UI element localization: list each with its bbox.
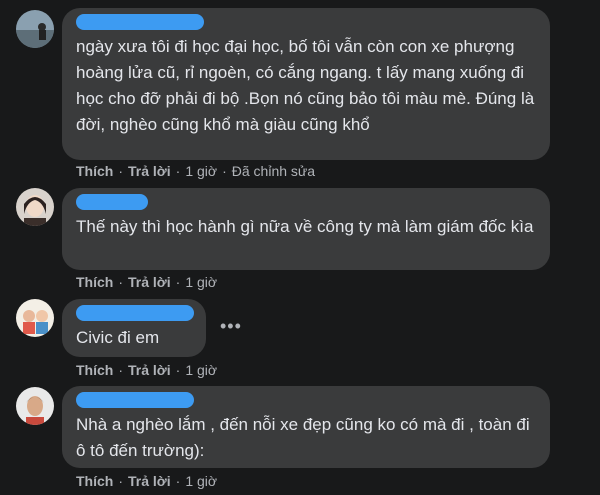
separator: ·: [175, 362, 181, 378]
comment-bubble: Nhà a nghèo lắm , đến nỗi xe đẹp cũng ko…: [62, 386, 550, 468]
separator: ·: [118, 274, 124, 290]
reply-button[interactable]: Trả lời: [128, 163, 171, 179]
comment-bubble: Thế này thì học hành gì nữa về công ty m…: [62, 188, 550, 270]
comment-actions: Thích · Trả lời · 1 giờ: [76, 273, 217, 291]
separator: ·: [118, 473, 124, 489]
edited-label[interactable]: Đã chỉnh sửa: [232, 163, 315, 179]
comment-text: Nhà a nghèo lắm , đến nỗi xe đẹp cũng ko…: [76, 415, 535, 460]
reply-button[interactable]: Trả lời: [128, 274, 171, 290]
like-button[interactable]: Thích: [76, 163, 113, 179]
timestamp[interactable]: 1 giờ: [185, 473, 217, 489]
like-button[interactable]: Thích: [76, 362, 113, 378]
reply-button[interactable]: Trả lời: [128, 362, 171, 378]
separator: ·: [175, 473, 181, 489]
like-button[interactable]: Thích: [76, 473, 113, 489]
timestamp[interactable]: 1 giờ: [185, 163, 217, 179]
separator: ·: [222, 163, 227, 179]
redacted-author-name[interactable]: [76, 305, 194, 321]
separator: ·: [118, 362, 124, 378]
timestamp[interactable]: 1 giờ: [185, 362, 217, 378]
redacted-author-name[interactable]: [76, 194, 148, 210]
avatar[interactable]: [16, 10, 54, 48]
more-options-button[interactable]: •••: [220, 316, 242, 337]
redacted-author-name[interactable]: [76, 392, 194, 408]
separator: ·: [118, 163, 124, 179]
comment-actions: Thích · Trả lời · 1 giờ: [76, 472, 217, 490]
timestamp[interactable]: 1 giờ: [185, 274, 217, 290]
comment-actions: Thích · Trả lời · 1 giờ: [76, 361, 217, 379]
avatar[interactable]: [16, 299, 54, 337]
separator: ·: [175, 274, 181, 290]
comment-text: ngày xưa tôi đi học đại học, bố tôi vẫn …: [76, 37, 539, 134]
comment-text: Civic đi em: [76, 328, 160, 347]
comment-text: Thế này thì học hành gì nữa về công ty m…: [76, 217, 534, 236]
separator: ·: [175, 163, 181, 179]
comment-bubble: Civic đi em: [62, 299, 206, 357]
like-button[interactable]: Thích: [76, 274, 113, 290]
redacted-author-name[interactable]: [76, 14, 204, 30]
comment-actions: Thích · Trả lời · 1 giờ · Đã chỉnh sửa: [76, 162, 315, 180]
avatar[interactable]: [16, 387, 54, 425]
avatar[interactable]: [16, 188, 54, 226]
comment-bubble: ngày xưa tôi đi học đại học, bố tôi vẫn …: [62, 8, 550, 160]
reply-button[interactable]: Trả lời: [128, 473, 171, 489]
